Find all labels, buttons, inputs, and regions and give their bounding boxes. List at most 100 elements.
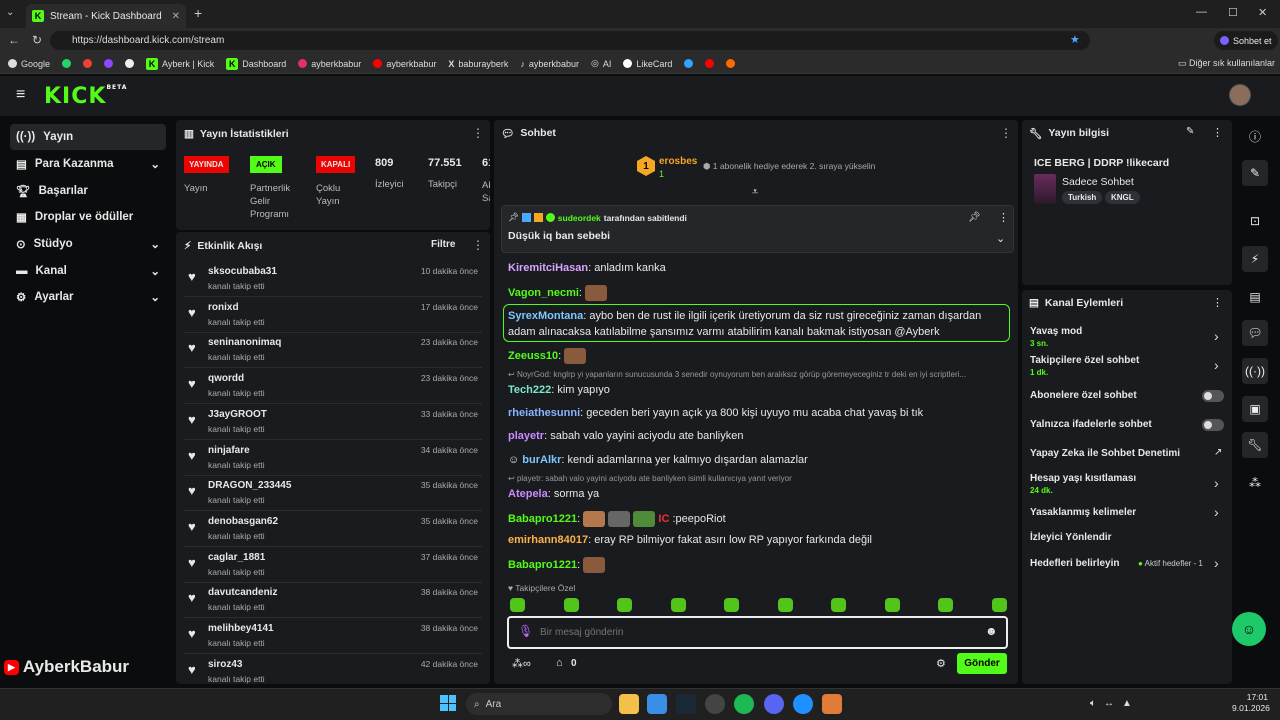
emoji-icon[interactable]: ☻ bbox=[985, 624, 998, 638]
chevron-right-icon[interactable]: › bbox=[1214, 504, 1219, 520]
event-row[interactable]: ♥ sksocubaba31 kanalı takip etti 10 dakika … bbox=[184, 261, 482, 297]
event-row[interactable]: ♥ denobasgan62 kanalı takip etti 35 dakika … bbox=[184, 511, 482, 547]
chat-settings-icon[interactable]: ⚙ bbox=[936, 657, 946, 670]
chat-message[interactable]: ☺ burAlkr: kendi adamlarına yer kalmıyo … bbox=[508, 454, 808, 466]
new-tab-icon[interactable]: + bbox=[194, 5, 202, 21]
browser-tab[interactable]: K Stream - Kick Dashboard ✕ bbox=[26, 4, 186, 28]
store-app-icon[interactable] bbox=[647, 694, 667, 714]
store-icon[interactable]: ⌂ bbox=[556, 657, 563, 669]
account-age-restriction[interactable]: Hesap yaşı kısıtlaması 24 dk. bbox=[1030, 473, 1136, 495]
event-row[interactable]: ♥ J3ayGROOT kanalı takip etti 33 dakika önc… bbox=[184, 404, 482, 440]
emote-icon[interactable] bbox=[510, 598, 525, 612]
lightning-icon[interactable]: ⚡︎ bbox=[1242, 246, 1268, 272]
chat-username[interactable]: Tech222 bbox=[508, 384, 551, 396]
event-row[interactable]: ♥ ronixd kanalı takip etti 17 dakika önce bbox=[184, 297, 482, 333]
set-goals[interactable]: Hedefleri belirleyin bbox=[1030, 558, 1119, 569]
reply-context[interactable]: ↩ NoyrGod: knglrp yi yapanların sunucusu… bbox=[508, 370, 966, 379]
chat-icon[interactable]: 💬︎ bbox=[1242, 320, 1268, 346]
chat-username[interactable]: emirhann84017 bbox=[508, 534, 588, 546]
chat-username[interactable]: KiremitciHasan bbox=[508, 262, 588, 274]
close-tab-icon[interactable]: ✕ bbox=[172, 11, 180, 22]
emote-icon[interactable] bbox=[777, 598, 793, 612]
kebab-icon[interactable]: ⋮ bbox=[1212, 126, 1223, 139]
refresh-icon[interactable]: ↻ bbox=[32, 33, 42, 47]
broadcast-icon[interactable]: ((·)) bbox=[1242, 358, 1268, 384]
chat-message[interactable]: playetr: sabah valo yayini aciyodu ate b… bbox=[508, 430, 743, 442]
bookmark-tiktok[interactable]: ♪ ayberkbabur bbox=[520, 59, 579, 69]
bookmark-diamond-icon[interactable] bbox=[125, 59, 135, 68]
subscribers-only-toggle[interactable] bbox=[1202, 390, 1224, 402]
chat-message[interactable]: SyrexMontana: aybo ben de rust ile ilgil… bbox=[508, 310, 981, 322]
sidebar-item-yayin[interactable]: ((·)) Yayın bbox=[10, 124, 166, 150]
chat-message[interactable]: emirhann84017: eray RP bilmiyor fakat as… bbox=[508, 534, 872, 546]
other-bookmarks[interactable]: ▭ Diğer sık kullanılanlar bbox=[1178, 58, 1275, 69]
external-link-icon[interactable]: ↗ bbox=[1214, 447, 1222, 458]
kebab-icon[interactable]: ⋮ bbox=[472, 238, 484, 252]
pencil-icon[interactable]: ✎ bbox=[1242, 160, 1268, 186]
app-icon[interactable] bbox=[705, 694, 725, 714]
chat-username[interactable]: Babapro1221 bbox=[508, 559, 577, 571]
clock[interactable]: 17:01 9.01.2026 bbox=[1232, 692, 1270, 714]
unpin-icon[interactable]: 📌︎ bbox=[968, 212, 981, 223]
info-icon[interactable]: ⓘ bbox=[1242, 123, 1268, 149]
emote-icon[interactable] bbox=[991, 598, 1007, 612]
emote-icon[interactable] bbox=[563, 598, 579, 612]
sidebar-item-kanal[interactable]: ▬ Kanal ⌄ bbox=[10, 258, 166, 284]
kebab-icon[interactable]: ⋮ bbox=[1212, 296, 1223, 309]
kick-logo[interactable]: KICKBETA bbox=[44, 84, 127, 109]
document-icon[interactable]: ▤ bbox=[1242, 284, 1268, 310]
chat-message[interactable]: Tech222: kim yapıyo bbox=[508, 384, 610, 396]
chat-username[interactable]: Zeeuss10 bbox=[508, 350, 558, 362]
event-row[interactable]: ♥ DRAGON_233445 kanalı takip etti 35 dakika… bbox=[184, 475, 482, 512]
sidebar-item-droplar[interactable]: ▦ Droplar ve ödüller bbox=[10, 204, 166, 230]
menu-icon[interactable]: ≡ bbox=[16, 86, 25, 104]
sidebar-item-studyo[interactable]: ⊙ Stüdyo ⌄ bbox=[10, 231, 166, 257]
favorite-star-icon[interactable]: ★ bbox=[1070, 33, 1080, 46]
bookmark-instagram[interactable]: ayberkbabur bbox=[298, 59, 361, 69]
bookmark-gmail-icon[interactable] bbox=[83, 59, 93, 68]
reply-context[interactable]: ↩ playetr: sabah valo yayini aciyodu ate… bbox=[508, 474, 792, 483]
sidebar-item-basarilar[interactable]: 🏆︎ Başarılar bbox=[10, 178, 166, 204]
chat-username[interactable]: Vagon_necmi bbox=[508, 287, 579, 299]
chevron-right-icon[interactable]: › bbox=[1214, 475, 1219, 491]
bookmark-twitch-icon[interactable] bbox=[104, 59, 114, 68]
close-window-icon[interactable]: ✕ bbox=[1258, 6, 1267, 19]
tab-list-icon[interactable]: ⌄ bbox=[6, 7, 14, 18]
app-icon[interactable] bbox=[822, 694, 842, 714]
chat-message[interactable]: Vagon_necmi: bbox=[508, 285, 608, 301]
back-icon[interactable]: ← bbox=[8, 33, 20, 47]
bookmark-google[interactable]: Google bbox=[8, 59, 50, 69]
kebab-icon[interactable]: ⋮ bbox=[998, 211, 1009, 224]
chat-username[interactable]: playetr bbox=[508, 430, 544, 442]
steam-icon[interactable] bbox=[676, 694, 696, 714]
layout-icon[interactable]: ▣ bbox=[1242, 396, 1268, 422]
bookmark-ai[interactable]: ◎ AI bbox=[591, 58, 611, 69]
bookmark-misc-icon[interactable] bbox=[726, 59, 736, 68]
bookmark-cloud-icon[interactable] bbox=[684, 59, 694, 68]
chat-message[interactable]: Babapro1221: bbox=[508, 557, 606, 573]
edit-icon[interactable]: ✎ bbox=[1186, 126, 1194, 137]
chat-input[interactable] bbox=[540, 622, 970, 642]
wrench-icon[interactable]: 🔧︎ bbox=[1242, 432, 1268, 458]
points-icon[interactable]: ⁂∞ bbox=[512, 657, 531, 670]
filter-button[interactable]: Filtre bbox=[431, 239, 455, 250]
support-chat-icon[interactable]: ☺ bbox=[1232, 612, 1266, 646]
raid-viewers[interactable]: İzleyici Yönlendir bbox=[1030, 532, 1112, 543]
emote-icon[interactable] bbox=[831, 598, 846, 612]
chevron-right-icon[interactable]: › bbox=[1214, 328, 1219, 344]
event-row[interactable]: ♥ siroz43 kanalı takip etti 42 dakika önce bbox=[184, 654, 482, 684]
event-row[interactable]: ♥ melihbey4141 kanalı takip etti 38 dakika … bbox=[184, 618, 482, 654]
minimize-icon[interactable]: — bbox=[1196, 6, 1207, 18]
pinned-by-user[interactable]: sudeordek bbox=[558, 213, 601, 223]
explorer-icon[interactable] bbox=[619, 694, 639, 714]
bookmark-whatsapp-icon[interactable] bbox=[62, 59, 72, 68]
event-row[interactable]: ♥ ninjafare kanalı takip etti 34 dakika önc… bbox=[184, 440, 482, 476]
chevron-down-icon[interactable]: ⌄ bbox=[996, 232, 1005, 245]
chat-message[interactable]: Babapro1221: IC :peepoRiot bbox=[508, 511, 726, 527]
avatar[interactable] bbox=[1229, 84, 1251, 106]
ai-moderation[interactable]: Yapay Zeka ile Sohbet Denetimi bbox=[1030, 448, 1180, 459]
emote-icon[interactable] bbox=[884, 598, 900, 612]
kebab-icon[interactable]: ⋮ bbox=[1000, 126, 1012, 140]
event-row[interactable]: ♥ qwordd kanalı takip etti 23 dakika önce bbox=[184, 368, 482, 405]
share-icon[interactable]: ⁂ bbox=[1242, 470, 1268, 496]
